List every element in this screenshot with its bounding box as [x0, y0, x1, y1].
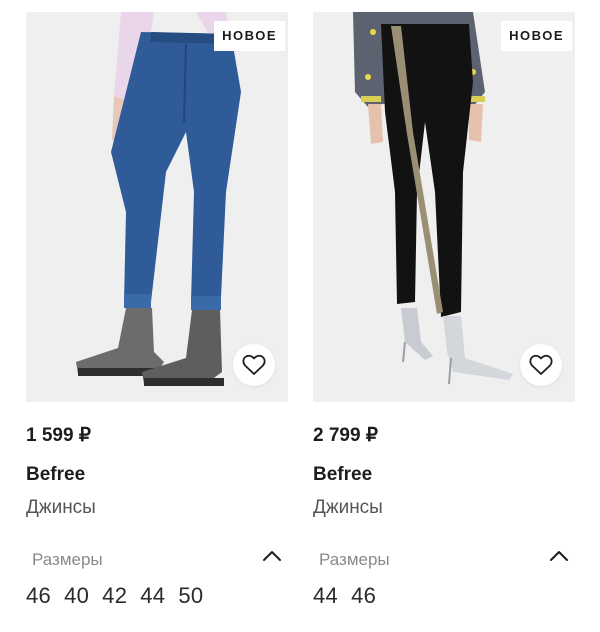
size-option[interactable]: 46 — [26, 583, 51, 609]
product-photo[interactable]: НОВОЕ — [313, 12, 575, 402]
size-option[interactable]: 40 — [64, 583, 89, 609]
size-option[interactable]: 44 — [140, 583, 165, 609]
favorite-button[interactable] — [520, 344, 562, 386]
sizes-toggle-button[interactable] — [547, 546, 571, 566]
product-card[interactable]: НОВОЕ 2 799 ₽ Befree Джинсы Размеры 44 4… — [313, 0, 575, 632]
sizes-toggle-button[interactable] — [260, 546, 284, 566]
product-card[interactable]: НОВОЕ 1 599 ₽ Befree Джинсы Размеры 46 4… — [26, 0, 288, 632]
product-brand[interactable]: Befree — [26, 464, 85, 486]
new-badge: НОВОЕ — [501, 21, 572, 51]
size-list: 46 40 42 44 50 — [26, 583, 203, 609]
heart-outline-icon — [529, 354, 553, 375]
size-option[interactable]: 46 — [351, 583, 376, 609]
favorite-button[interactable] — [233, 344, 275, 386]
product-price: 1 599 ₽ — [26, 425, 91, 446]
new-badge: НОВОЕ — [214, 21, 285, 51]
size-list: 44 46 — [313, 583, 376, 609]
product-name[interactable]: Джинсы — [313, 497, 383, 519]
size-option[interactable]: 42 — [102, 583, 127, 609]
product-photo[interactable]: НОВОЕ — [26, 12, 288, 402]
chevron-up-icon — [550, 551, 568, 561]
size-option[interactable]: 44 — [313, 583, 338, 609]
product-grid: НОВОЕ 1 599 ₽ Befree Джинсы Размеры 46 4… — [0, 0, 600, 632]
heart-outline-icon — [242, 354, 266, 375]
size-option[interactable]: 50 — [178, 583, 203, 609]
product-price: 2 799 ₽ — [313, 425, 378, 446]
product-name[interactable]: Джинсы — [26, 497, 96, 519]
chevron-up-icon — [263, 551, 281, 561]
sizes-label: Размеры — [32, 550, 103, 569]
sizes-label: Размеры — [319, 550, 390, 569]
product-brand[interactable]: Befree — [313, 464, 372, 486]
